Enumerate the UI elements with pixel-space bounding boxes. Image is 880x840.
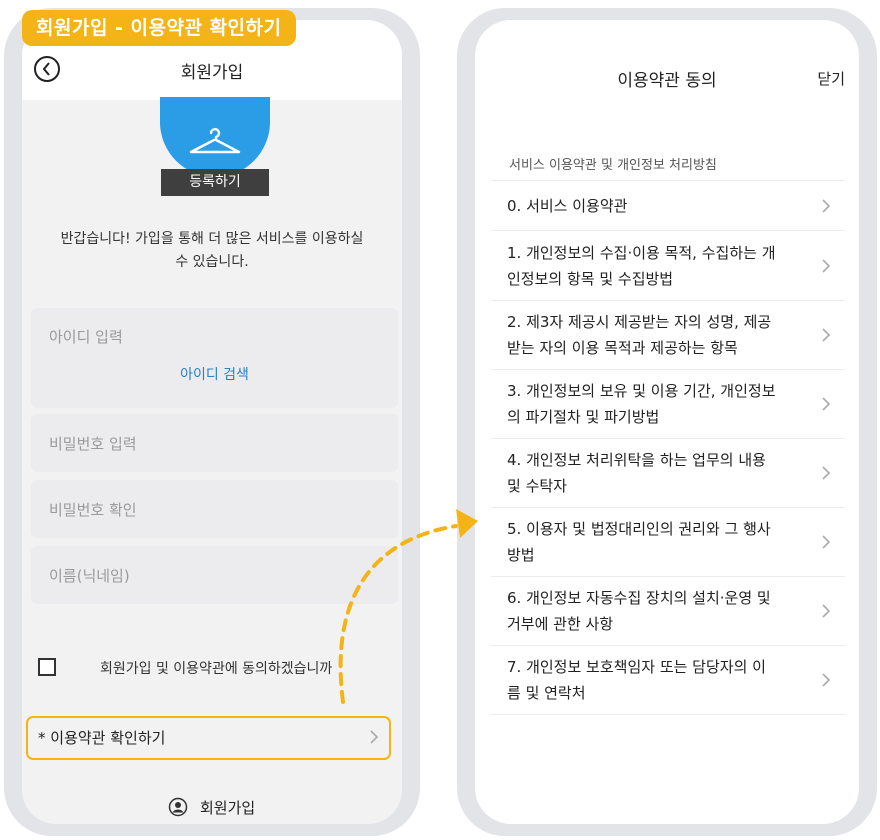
chevron-right-icon — [370, 730, 379, 744]
term-item-1[interactable]: 1. 개인정보의 수집·이용 목적, 수집하는 개 인정보의 항목 및 수집방법 — [491, 231, 845, 301]
agree-checkbox[interactable] — [38, 658, 56, 676]
id-field[interactable]: 아이디 입력 아이디 검색 — [31, 308, 398, 408]
term-line: 6. 개인정보 자동수집 장치의 설치·운영 및 — [507, 589, 771, 607]
term-line: 5. 이용자 및 법정대리인의 권리와 그 행사 — [507, 520, 771, 538]
term-item-5[interactable]: 5. 이용자 및 법정대리인의 권리와 그 행사 방법 — [491, 508, 845, 577]
chevron-right-icon — [822, 198, 831, 213]
password-placeholder: 비밀번호 입력 — [49, 435, 137, 453]
page-title: 회원가입 — [180, 63, 244, 83]
chevron-right-icon — [822, 258, 831, 273]
welcome-text: 반갑습니다! 가입을 통해 더 많은 서비스를 이용하실 수 있습니다. — [52, 228, 372, 274]
register-button[interactable]: 등록하기 — [161, 169, 269, 196]
term-label: 2. 제3자 제공시 제공받는 자의 성명, 제공 받는 자의 이용 목적과 제… — [507, 309, 771, 361]
term-item-2[interactable]: 2. 제3자 제공시 제공받는 자의 성명, 제공 받는 자의 이용 목적과 제… — [491, 301, 845, 370]
password-confirm-field[interactable]: 비밀번호 확인 — [31, 480, 398, 538]
terms-view-button[interactable]: * 이용약관 확인하기 — [26, 716, 391, 760]
term-line: 7. 개인정보 보호책임자 또는 담당자의 이 — [507, 658, 766, 676]
chevron-right-icon — [822, 466, 831, 480]
chevron-right-icon — [822, 535, 831, 549]
term-line: 의 파기절차 및 파기방법 — [507, 408, 660, 426]
nickname-field[interactable]: 이름(닉네임) — [31, 546, 398, 604]
term-item-6[interactable]: 6. 개인정보 자동수집 장치의 설치·운영 및 거부에 관한 사항 — [491, 577, 845, 646]
close-button[interactable]: 닫기 — [817, 68, 845, 89]
term-item-7[interactable]: 7. 개인정보 보호책임자 또는 담당자의 이 름 및 연락처 — [491, 646, 845, 715]
caption-badge: 회원가입 - 이용약관 확인하기 — [22, 10, 296, 46]
term-line: 받는 자의 이용 목적과 제공하는 항목 — [507, 339, 738, 357]
chevron-right-icon — [822, 604, 831, 618]
hero-avatar — [160, 97, 270, 177]
term-label: 3. 개인정보의 보유 및 이용 기간, 개인정보 의 파기절차 및 파기방법 — [507, 378, 776, 430]
term-item-0[interactable]: 0. 서비스 이용약관 — [491, 181, 845, 231]
terms-screen: 이용약관 동의 닫기 서비스 이용약관 및 개인정보 처리방침 0. 서비스 이… — [475, 20, 859, 824]
terms-list: 0. 서비스 이용약관 1. 개인정보의 수집·이용 목적, 수집하는 개 인정… — [491, 180, 845, 715]
terms-view-label: * 이용약관 확인하기 — [38, 729, 166, 747]
term-label: 7. 개인정보 보호책임자 또는 담당자의 이 름 및 연락처 — [507, 654, 766, 706]
term-label: 1. 개인정보의 수집·이용 목적, 수집하는 개 인정보의 항목 및 수집방법 — [507, 240, 776, 292]
term-line: 거부에 관한 사항 — [507, 615, 614, 633]
term-line: 1. 개인정보의 수집·이용 목적, 수집하는 개 — [507, 243, 776, 262]
welcome-line-2: 수 있습니다. — [175, 254, 249, 270]
term-label: 5. 이용자 및 법정대리인의 권리와 그 행사 방법 — [507, 516, 771, 568]
agree-label: 회원가입 및 이용약관에 동의하겠습니까 — [100, 661, 333, 677]
chevron-right-icon — [822, 328, 831, 342]
id-search-link[interactable]: 아이디 검색 — [31, 364, 398, 384]
term-item-4[interactable]: 4. 개인정보 처리위탁을 하는 업무의 내용 및 수탁자 — [491, 439, 845, 508]
chevron-right-icon — [822, 397, 831, 411]
term-label: 6. 개인정보 자동수집 장치의 설치·운영 및 거부에 관한 사항 — [507, 585, 771, 637]
password-field[interactable]: 비밀번호 입력 — [31, 414, 398, 472]
section-header: 서비스 이용약관 및 개인정보 처리방침 — [509, 158, 717, 173]
term-line: 4. 개인정보 처리위탁을 하는 업무의 내용 — [507, 451, 766, 469]
term-line: 방법 — [507, 546, 535, 564]
term-line: 3. 개인정보의 보유 및 이용 기간, 개인정보 — [507, 382, 776, 400]
phone-frame-left: 회원가입 등록하기 반갑습니다! 가입을 통해 더 많은 서비스를 이용하실 수… — [4, 8, 420, 836]
id-input-placeholder: 아이디 입력 — [49, 328, 123, 346]
term-line: 인정보의 항목 및 수집방법 — [507, 269, 674, 288]
password-confirm-placeholder: 비밀번호 확인 — [49, 501, 137, 519]
signup-screen: 회원가입 등록하기 반갑습니다! 가입을 통해 더 많은 서비스를 이용하실 수… — [22, 20, 402, 824]
page-title: 이용약관 동의 — [617, 71, 717, 91]
term-label: 0. 서비스 이용약관 — [507, 193, 627, 219]
welcome-line-1: 반갑습니다! 가입을 통해 더 많은 서비스를 이용하실 — [60, 231, 364, 247]
term-line: 름 및 연락처 — [507, 684, 586, 702]
term-item-3[interactable]: 3. 개인정보의 보유 및 이용 기간, 개인정보 의 파기절차 및 파기방법 — [491, 370, 845, 439]
nickname-placeholder: 이름(닉네임) — [49, 567, 130, 585]
hanger-icon — [189, 127, 241, 154]
term-line: 0. 서비스 이용약관 — [507, 196, 628, 215]
chevron-right-icon — [822, 673, 831, 687]
phone-frame-right: 이용약관 동의 닫기 서비스 이용약관 및 개인정보 처리방침 0. 서비스 이… — [457, 8, 877, 836]
term-line: 및 수탁자 — [507, 477, 567, 495]
user-circle-icon — [168, 797, 188, 817]
term-label: 4. 개인정보 처리위탁을 하는 업무의 내용 및 수탁자 — [507, 447, 766, 499]
term-line: 2. 제3자 제공시 제공받는 자의 성명, 제공 — [507, 313, 772, 331]
signup-submit-label: 회원가입 — [200, 799, 256, 817]
